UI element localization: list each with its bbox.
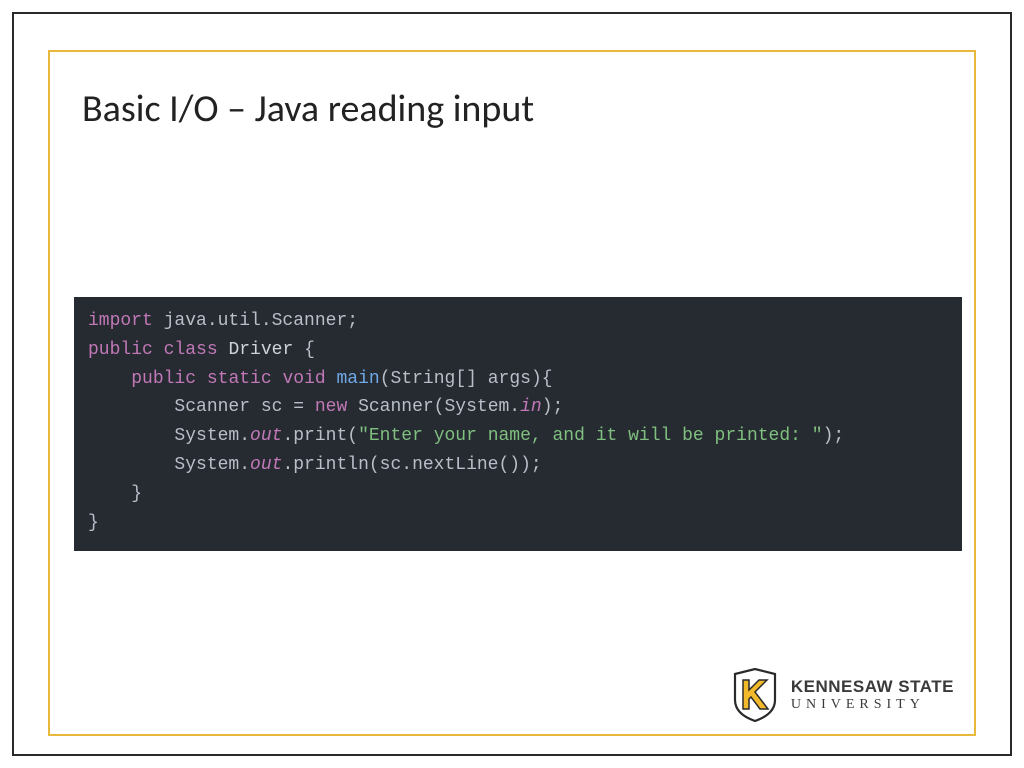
code-line-8: } [88,480,948,509]
code-line-1: import java.util.Scanner; [88,307,948,336]
code-line-6: System.out.print("Enter your name, and i… [88,422,948,451]
code-block: import java.util.Scanner; public class D… [74,297,962,551]
ksu-logo-icon [731,668,779,722]
footer-text: KENNESAW STATE UNIVERSITY [791,678,954,713]
code-line-9: } [88,509,948,538]
footer-line-2: UNIVERSITY [791,698,954,713]
code-line-4: public static void main(String[] args){ [88,365,948,394]
footer-logo: KENNESAW STATE UNIVERSITY [731,668,954,722]
code-line-5: Scanner sc = new Scanner(System.in); [88,393,948,422]
slide-title: Basic I/O – Java reading input [82,86,534,132]
code-line-7: System.out.println(sc.nextLine()); [88,451,948,480]
code-line-3: public class Driver { [88,336,948,365]
footer-line-1: KENNESAW STATE [791,678,954,696]
